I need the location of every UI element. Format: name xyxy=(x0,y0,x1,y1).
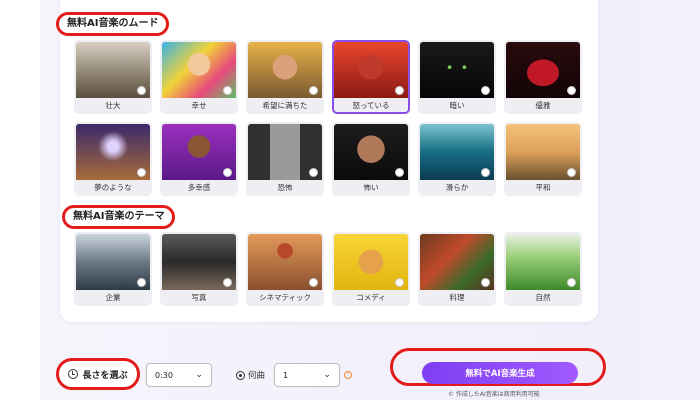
left-gutter xyxy=(0,0,40,400)
radio-icon[interactable] xyxy=(137,278,146,287)
mood-happy-card[interactable]: 幸せ xyxy=(160,40,238,114)
theme-comedy-label: コメディ xyxy=(356,293,386,302)
radio-icon[interactable] xyxy=(395,278,404,287)
mood-peaceful-label: 平和 xyxy=(535,183,551,192)
radio-icon[interactable] xyxy=(309,278,318,287)
mood-euphoric-label: 多幸感 xyxy=(187,183,211,192)
mood-smooth-card[interactable]: 滑らか xyxy=(418,122,496,196)
mood-fear-label: 恐怖 xyxy=(277,183,293,192)
mood-hopeful-card[interactable]: 希望に満ちた xyxy=(246,40,324,114)
theme-section-title: 無料AI音楽のテーマ xyxy=(62,205,176,229)
radio-icon[interactable] xyxy=(309,86,318,95)
theme-photo-label: 写真 xyxy=(191,293,207,302)
song-count-select[interactable]: 1 ⌄ xyxy=(274,363,340,387)
length-label: 長さを選ぶ xyxy=(56,358,140,390)
song-count-select-value: 1 xyxy=(283,370,289,380)
mood-grid: 壮大 幸せ 希望に満ちた 怒っている 暗い 優雅夢のような 多幸感 恐怖 怖い 滑らか 平和 xyxy=(74,40,582,196)
radio-icon[interactable] xyxy=(481,278,490,287)
mood-epic-card[interactable]: 壮大 xyxy=(74,40,152,114)
radio-icon[interactable] xyxy=(223,86,232,95)
theme-nature-card[interactable]: 自然 xyxy=(504,232,582,306)
mood-elegant-label: 優雅 xyxy=(535,101,551,110)
mood-angry-label: 怒っている xyxy=(352,101,390,110)
mood-smooth-label: 滑らか xyxy=(445,183,469,192)
mood-peaceful-card[interactable]: 平和 xyxy=(504,122,582,196)
theme-cooking-card[interactable]: 料理 xyxy=(418,232,496,306)
radio-icon[interactable] xyxy=(481,86,490,95)
mood-hopeful-label: 希望に満ちた xyxy=(262,101,308,110)
song-count-label: 何曲 xyxy=(236,369,265,381)
radio-icon[interactable] xyxy=(395,168,404,177)
right-gutter xyxy=(640,0,700,400)
radio-icon[interactable] xyxy=(481,168,490,177)
song-count-label-text: 何曲 xyxy=(248,371,266,381)
mood-dark-card[interactable]: 暗い xyxy=(418,40,496,114)
radio-icon[interactable] xyxy=(223,278,232,287)
commercial-use-note: © 作成したAI音楽は商用利用可能 xyxy=(448,391,540,398)
theme-corporate-label: 企業 xyxy=(105,293,121,302)
disc-icon xyxy=(236,370,245,380)
radio-icon[interactable] xyxy=(567,168,576,177)
radio-icon[interactable] xyxy=(395,86,404,95)
chevron-down-icon: ⌄ xyxy=(195,370,203,380)
generate-button[interactable]: 無料でAI音楽生成 xyxy=(422,362,578,384)
mood-scary-label: 怖い xyxy=(363,183,379,192)
mood-dark-label: 暗い xyxy=(449,101,465,110)
info-icon[interactable]: ! xyxy=(344,371,352,379)
mood-dreamy-label: 夢のような xyxy=(94,183,132,192)
mood-dreamy-card[interactable]: 夢のような xyxy=(74,122,152,196)
theme-cooking-label: 料理 xyxy=(449,293,465,302)
theme-cinematic-card[interactable]: シネマティック xyxy=(246,232,324,306)
radio-icon[interactable] xyxy=(137,86,146,95)
theme-photo-card[interactable]: 写真 xyxy=(160,232,238,306)
radio-icon[interactable] xyxy=(137,168,146,177)
radio-icon[interactable] xyxy=(567,86,576,95)
chevron-down-icon: ⌄ xyxy=(323,370,331,380)
mood-angry-card[interactable]: 怒っている xyxy=(332,40,410,114)
mood-elegant-card[interactable]: 優雅 xyxy=(504,40,582,114)
theme-comedy-card[interactable]: コメディ xyxy=(332,232,410,306)
length-label-text: 長さを選ぶ xyxy=(82,370,128,381)
theme-grid: 企業 写真 シネマティック コメディ 料理 自然 xyxy=(74,232,582,306)
mood-fear-card[interactable]: 恐怖 xyxy=(246,122,324,196)
length-select[interactable]: 0:30 ⌄ xyxy=(146,363,212,387)
radio-icon[interactable] xyxy=(309,168,318,177)
theme-cinematic-label: シネマティック xyxy=(258,293,312,302)
mood-euphoric-card[interactable]: 多幸感 xyxy=(160,122,238,196)
mood-happy-label: 幸せ xyxy=(191,101,207,110)
commercial-use-note-text: 作成したAI音楽は商用利用可能 xyxy=(455,391,540,398)
clock-icon xyxy=(68,369,79,379)
radio-icon[interactable] xyxy=(223,168,232,177)
radio-icon[interactable] xyxy=(567,278,576,287)
theme-nature-label: 自然 xyxy=(535,293,551,302)
mood-scary-card[interactable]: 怖い xyxy=(332,122,410,196)
mood-epic-label: 壮大 xyxy=(105,101,121,110)
mood-section-title: 無料AI音楽のムード xyxy=(56,12,170,36)
theme-corporate-card[interactable]: 企業 xyxy=(74,232,152,306)
length-select-value: 0:30 xyxy=(155,370,173,380)
